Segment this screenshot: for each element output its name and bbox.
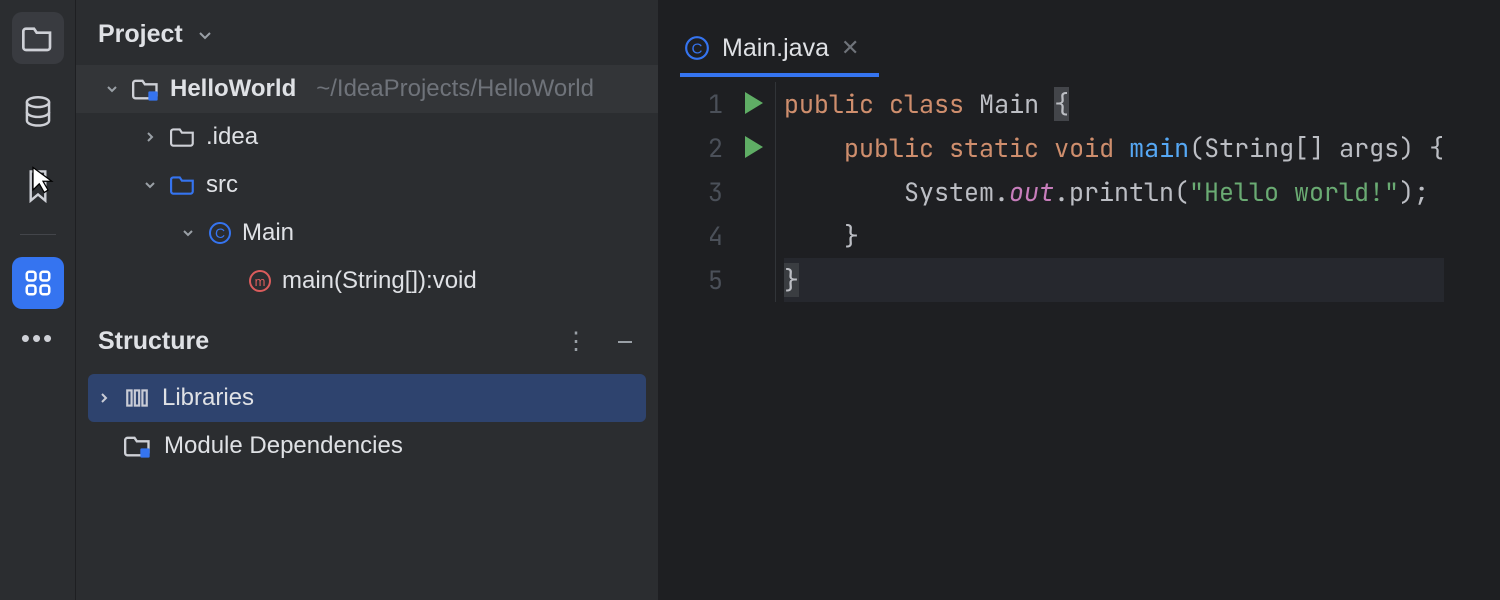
main-method-label: main(String[]):void	[282, 267, 477, 295]
code-line[interactable]: }	[784, 214, 1444, 258]
tree-row-src-folder[interactable]: src	[76, 161, 658, 209]
close-icon[interactable]: ✕	[841, 35, 859, 61]
code-editor[interactable]: 1 2 3 4 5 public class Main { public sta…	[658, 78, 1500, 302]
module-deps-label: Module Dependencies	[164, 432, 403, 460]
structure-row-libraries[interactable]: Libraries	[88, 374, 646, 422]
bookmarks-toolwindow-button[interactable]	[12, 160, 64, 212]
source-folder-icon	[170, 174, 196, 196]
code-lines[interactable]: public class Main { public static void m…	[776, 82, 1444, 302]
project-root-path: ~/IdeaProjects/HelloWorld	[316, 75, 594, 103]
editor-area: C Main.java ✕ 1 2 3 4 5 public class Mai…	[658, 0, 1500, 600]
gutter-line[interactable]: 1	[658, 82, 775, 126]
kebab-menu-icon[interactable]: ⋮	[564, 327, 588, 356]
libraries-label: Libraries	[162, 384, 254, 412]
idea-folder-label: .idea	[206, 123, 258, 151]
database-toolwindow-button[interactable]	[12, 86, 64, 138]
gutter-line[interactable]: 4	[658, 214, 775, 258]
editor-tab-title: Main.java	[722, 34, 829, 63]
chevron-right-icon[interactable]	[96, 390, 112, 406]
database-icon	[23, 96, 53, 128]
side-panel: Project HelloWorld ~/IdeaProjects/HelloW…	[76, 0, 658, 600]
structure-row-module-deps[interactable]: Module Dependencies	[88, 422, 646, 470]
main-class-label: Main	[242, 219, 294, 247]
code-line[interactable]: public class Main {	[784, 82, 1444, 126]
project-panel-header[interactable]: Project	[76, 0, 658, 63]
gutter-line[interactable]: 5	[658, 258, 775, 302]
src-folder-label: src	[206, 171, 238, 199]
project-root-name: HelloWorld	[170, 75, 296, 103]
grid-icon	[23, 268, 53, 298]
tree-row-main-method[interactable]: m main(String[]):void	[76, 257, 658, 305]
more-toolwindows-button[interactable]	[12, 257, 64, 309]
java-class-icon: C	[208, 221, 232, 245]
code-line-current[interactable]: }	[784, 258, 1444, 302]
tree-row-project-root[interactable]: HelloWorld ~/IdeaProjects/HelloWorld	[76, 65, 658, 113]
tree-row-main-class[interactable]: C Main	[76, 209, 658, 257]
project-panel-title: Project	[98, 20, 183, 49]
structure-panel-header: Structure ⋮	[76, 311, 658, 368]
svg-text:C: C	[692, 40, 703, 57]
method-icon: m	[248, 269, 272, 293]
editor-gutter: 1 2 3 4 5	[658, 82, 776, 302]
strip-divider	[20, 234, 56, 235]
run-icon[interactable]	[745, 136, 763, 158]
run-icon[interactable]	[745, 92, 763, 114]
project-toolwindow-button[interactable]	[12, 12, 64, 64]
folder-icon	[170, 126, 196, 148]
svg-text:C: C	[215, 225, 225, 241]
editor-tab-bar: C Main.java ✕	[658, 0, 1500, 78]
chevron-down-icon[interactable]	[102, 81, 122, 97]
tree-row-idea-folder[interactable]: .idea	[76, 113, 658, 161]
minimize-icon[interactable]	[614, 331, 636, 353]
code-line[interactable]: public static void main(String[] args) {	[784, 126, 1444, 170]
libraries-icon	[124, 386, 150, 410]
svg-text:m: m	[255, 274, 266, 289]
structure-list: Libraries Module Dependencies	[76, 368, 658, 470]
structure-panel-title: Structure	[98, 327, 552, 356]
bookmark-icon	[25, 169, 51, 203]
toolwindow-strip: •••	[0, 0, 76, 600]
gutter-line[interactable]: 2	[658, 126, 775, 170]
chevron-right-icon[interactable]	[140, 129, 160, 145]
chevron-down-icon[interactable]	[140, 177, 160, 193]
project-tree: HelloWorld ~/IdeaProjects/HelloWorld .id…	[76, 63, 658, 311]
code-line[interactable]: System.out.println("Hello world!");	[784, 170, 1444, 214]
overflow-menu-button[interactable]: •••	[21, 323, 54, 354]
editor-tab-main-java[interactable]: C Main.java ✕	[680, 23, 879, 77]
project-folder-icon	[132, 77, 160, 101]
java-class-icon: C	[684, 35, 710, 61]
chevron-down-icon[interactable]	[178, 225, 198, 241]
chevron-down-icon	[195, 25, 215, 45]
gutter-line[interactable]: 3	[658, 170, 775, 214]
folder-icon	[22, 23, 54, 53]
module-deps-icon	[124, 434, 152, 458]
